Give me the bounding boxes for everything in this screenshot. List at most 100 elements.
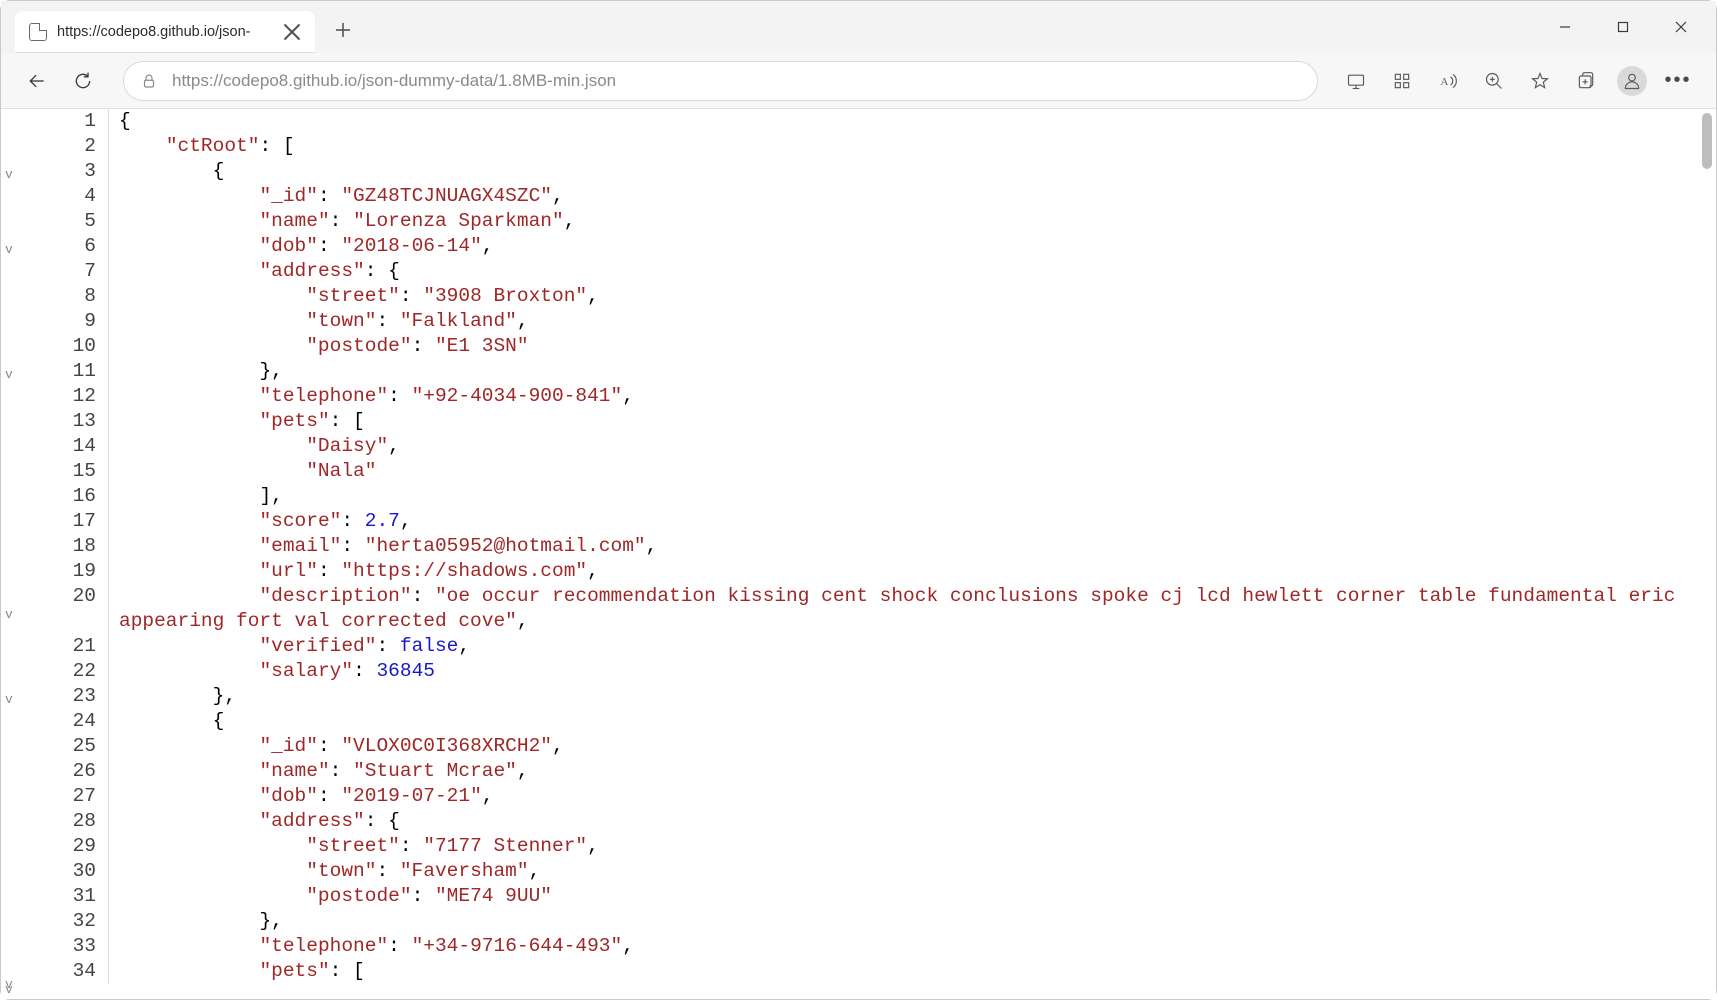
line-number: 13 [19,409,109,434]
code-line[interactable]: { [109,159,1698,184]
new-tab-button[interactable] [325,12,361,48]
close-window-button[interactable] [1652,5,1710,49]
code-line[interactable]: }, [109,359,1698,384]
code-line[interactable]: "dob": "2018-06-14", [109,234,1698,259]
favorites-button[interactable] [1518,61,1562,101]
code-line[interactable]: "name": "Stuart Mcrae", [109,759,1698,784]
line-number: 33 [19,934,109,959]
code-line[interactable]: "address": { [109,809,1698,834]
code-line[interactable]: "email": "herta05952@hotmail.com", [109,534,1698,559]
zoom-button[interactable] [1472,61,1516,101]
line-number: 9 [19,309,109,334]
plus-icon [335,22,351,38]
settings-menu-button[interactable]: ••• [1656,61,1700,101]
minimize-icon [1558,20,1572,34]
code-line[interactable]: "town": "Falkland", [109,309,1698,334]
desktop-view-button[interactable] [1334,61,1378,101]
line-number: 8 [19,284,109,309]
line-number: 19 [19,559,109,584]
fold-marker[interactable]: v [5,982,13,997]
code-line[interactable]: "address": { [109,259,1698,284]
address-bar[interactable]: https://codepo8.github.io/json-dummy-dat… [123,61,1318,101]
code-line[interactable]: "dob": "2019-07-21", [109,784,1698,809]
code-line[interactable]: ], [109,484,1698,509]
grid-icon [1392,71,1412,91]
star-icon [1530,71,1550,91]
line-number: 34 [19,959,109,984]
code-line[interactable]: "postode": "ME74 9UU" [109,884,1698,909]
line-number: 30 [19,859,109,884]
vertical-scrollbar[interactable] [1699,111,1715,997]
code-line[interactable]: "url": "https://shadows.com", [109,559,1698,584]
code-line[interactable]: { [109,109,1698,134]
close-tab-button[interactable] [283,23,301,41]
code-line[interactable]: "name": "Lorenza Sparkman", [109,209,1698,234]
line-number: 20 [19,584,109,634]
code-line[interactable]: "Nala" [109,459,1698,484]
back-button[interactable] [17,61,57,101]
read-aloud-button[interactable]: A [1426,61,1470,101]
arrow-left-icon [27,71,47,91]
code-line[interactable]: "pets": [ [109,959,1698,984]
code-line[interactable]: "postode": "E1 3SN" [109,334,1698,359]
extensions-button[interactable] [1380,61,1424,101]
code-line[interactable]: "_id": "VLOX0C0I368XRCH2", [109,734,1698,759]
fold-marker[interactable]: v [5,367,13,382]
fold-marker[interactable]: v [5,242,13,257]
code-line[interactable]: "town": "Faversham", [109,859,1698,884]
line-number: 14 [19,434,109,459]
browser-tab[interactable]: https://codepo8.github.io/json- [15,11,315,53]
fold-marker[interactable]: v [5,692,13,707]
code-line[interactable]: { [109,709,1698,734]
browser-window: https://codepo8.github.io/json- https://… [0,0,1717,1000]
toolbar-actions: A ••• [1334,61,1700,101]
code-line[interactable]: "score": 2.7, [109,509,1698,534]
code-line[interactable]: }, [109,909,1698,934]
window-controls [1536,1,1710,53]
line-number: 23 [19,684,109,709]
line-number: 25 [19,734,109,759]
refresh-icon [73,71,93,91]
code-line[interactable]: "pets": [ [109,409,1698,434]
code-line[interactable]: "telephone": "+34-9716-644-493", [109,934,1698,959]
code-line[interactable]: "salary": 36845 [109,659,1698,684]
collections-button[interactable] [1564,61,1608,101]
line-number: 1 [19,109,109,134]
address-bar-url: https://codepo8.github.io/json-dummy-dat… [172,71,1301,91]
line-number: 32 [19,909,109,934]
svg-text:A: A [1441,76,1449,88]
code-line[interactable]: "telephone": "+92-4034-900-841", [109,384,1698,409]
maximize-icon [1616,20,1630,34]
refresh-button[interactable] [63,61,103,101]
close-icon [1674,20,1688,34]
line-number: 17 [19,509,109,534]
line-number: 28 [19,809,109,834]
line-number: 5 [19,209,109,234]
code-line[interactable]: "_id": "GZ48TCJNUAGX4SZC", [109,184,1698,209]
fold-marker[interactable]: v [5,607,13,622]
avatar [1617,66,1647,96]
line-number: 16 [19,484,109,509]
line-number: 12 [19,384,109,409]
scrollbar-thumb[interactable] [1702,113,1712,169]
code-line[interactable]: "Daisy", [109,434,1698,459]
line-number: 24 [19,709,109,734]
code-line[interactable]: "street": "7177 Stenner", [109,834,1698,859]
code-line[interactable]: "street": "3908 Broxton", [109,284,1698,309]
code-line[interactable]: "verified": false, [109,634,1698,659]
json-viewer[interactable]: 1{2 "ctRoot": [3 {4 "_id": "GZ48TCJNUAGX… [19,109,1698,999]
line-number: 21 [19,634,109,659]
fold-marker[interactable]: v [5,167,13,182]
lock-icon [140,72,158,90]
line-number: 3 [19,159,109,184]
minimize-button[interactable] [1536,5,1594,49]
code-line[interactable]: "ctRoot": [ [109,134,1698,159]
code-line[interactable]: "description": "oe occur recommendation … [109,584,1698,634]
profile-button[interactable] [1610,61,1654,101]
code-line[interactable]: }, [109,684,1698,709]
line-number: 4 [19,184,109,209]
maximize-button[interactable] [1594,5,1652,49]
tab-title: https://codepo8.github.io/json- [57,24,273,40]
close-icon [283,23,301,41]
page-icon [29,23,47,41]
